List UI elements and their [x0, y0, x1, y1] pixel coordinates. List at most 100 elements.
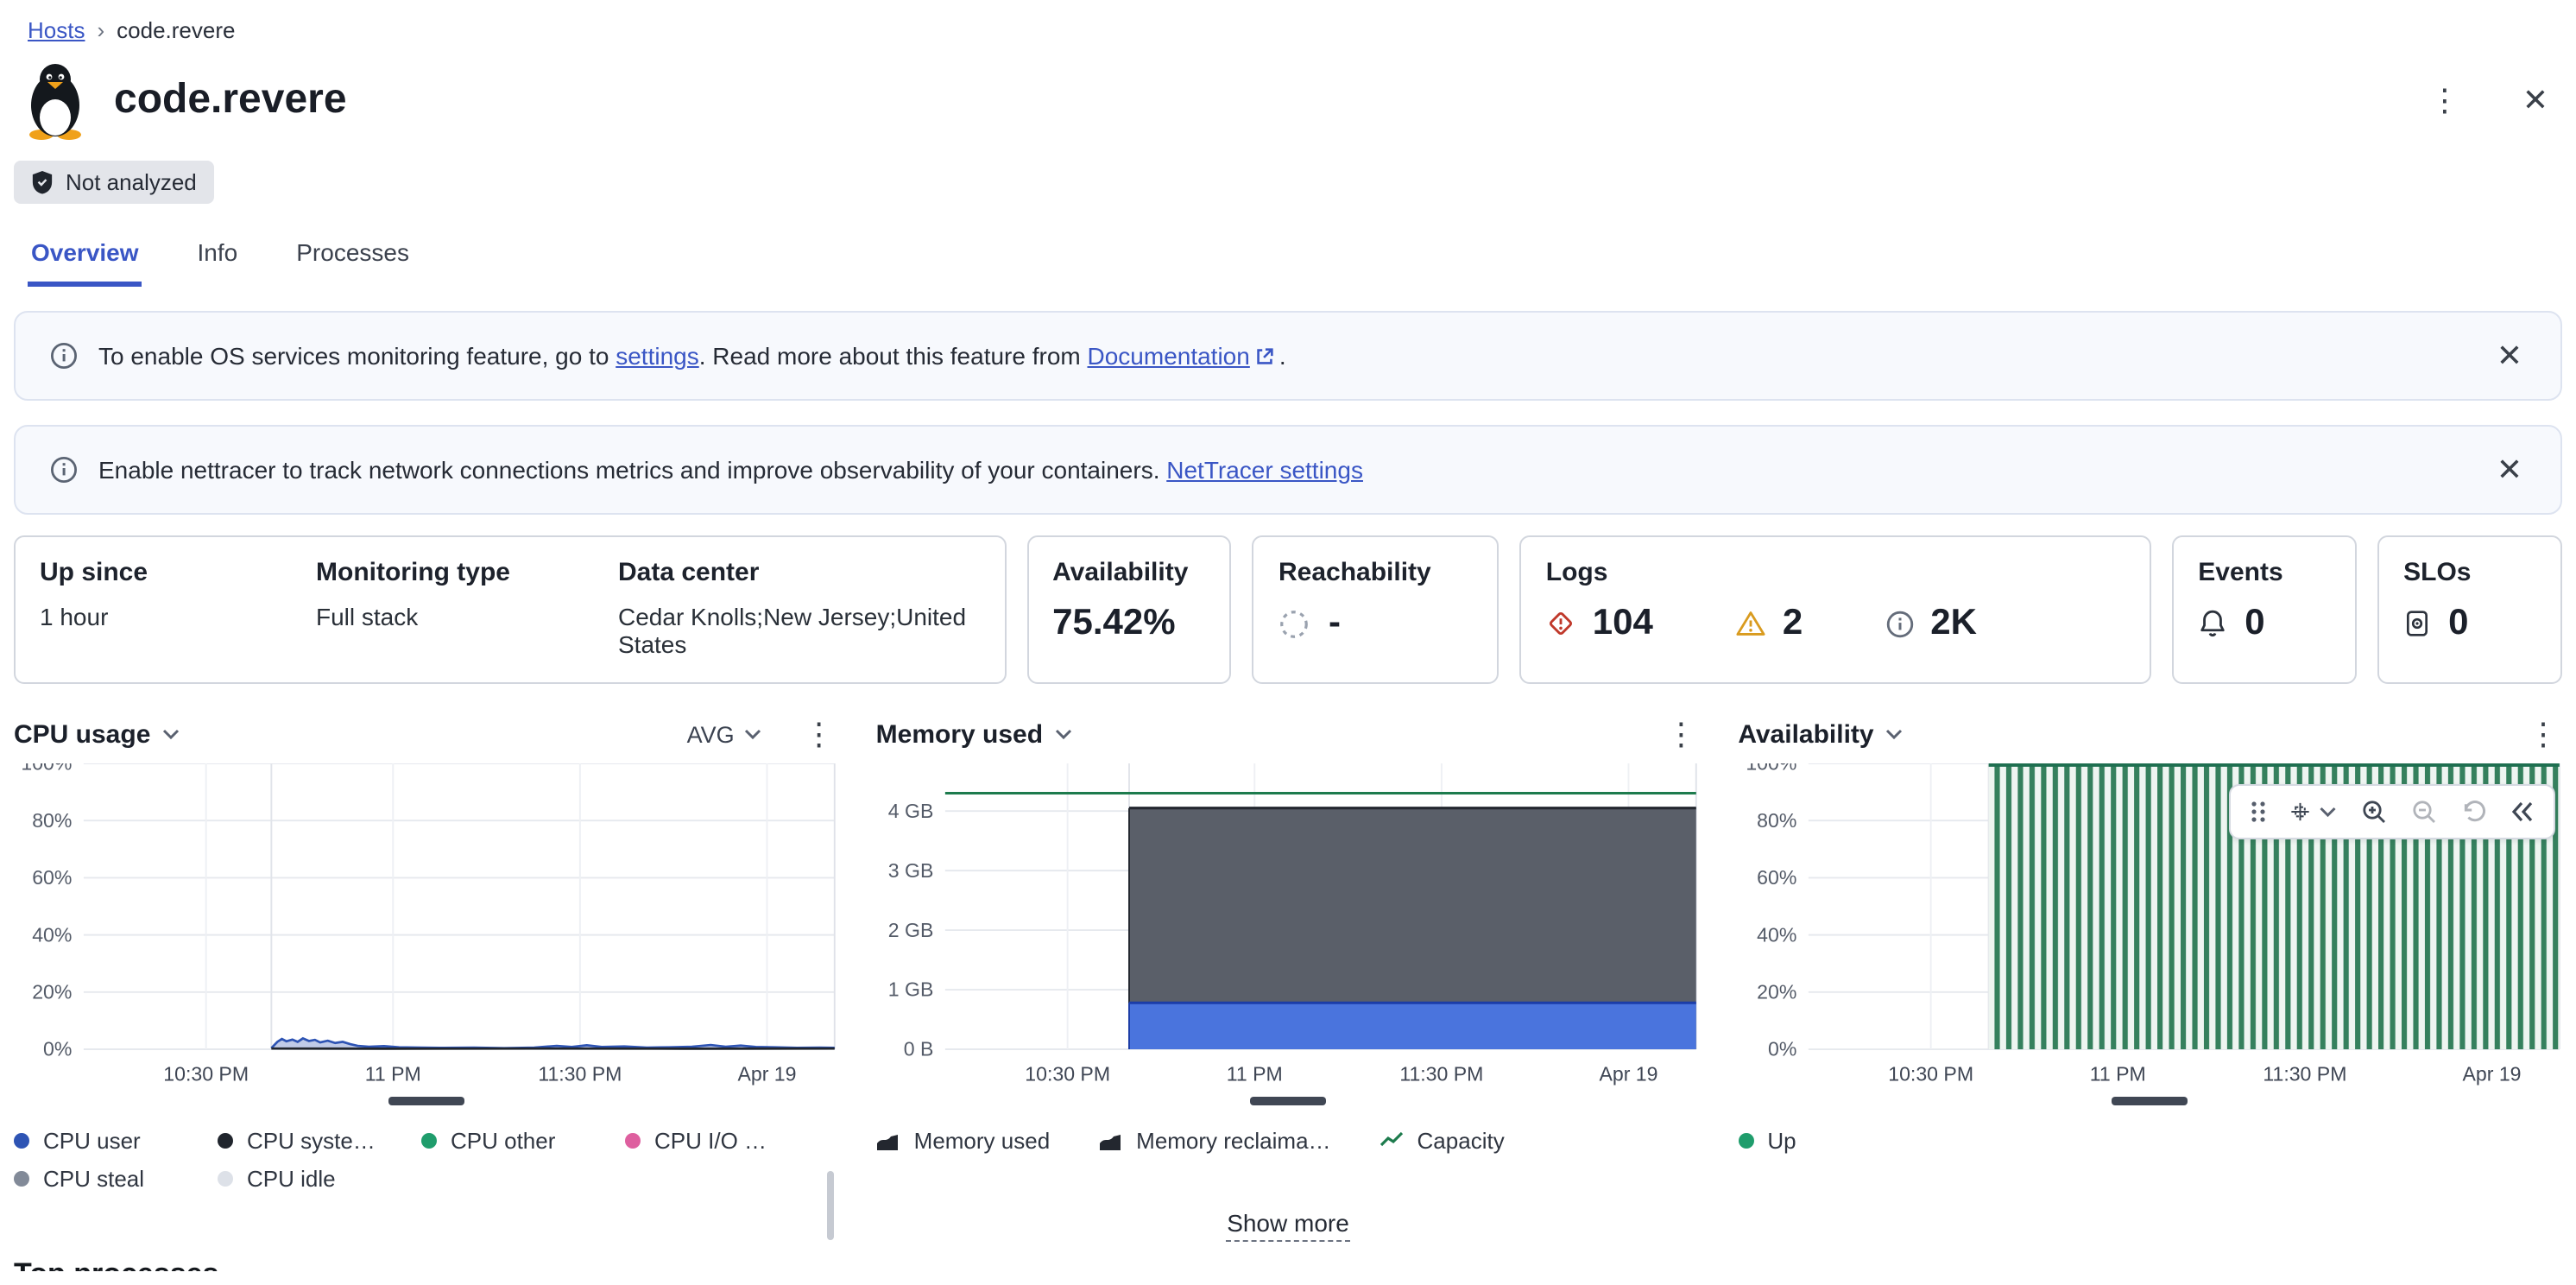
legend-item[interactable]: CPU user — [14, 1127, 218, 1153]
logs-errors[interactable]: 104 — [1546, 603, 1653, 644]
memory-chart-canvas[interactable]: 4 GB 3 GB 2 GB 1 GB 0 B 10:30 PM 11 PM 11:30 PM… — [876, 763, 1701, 1092]
cpu-chart-title-dropdown[interactable]: CPU usage — [14, 719, 180, 749]
svg-text:Apr 19: Apr 19 — [1600, 1063, 1658, 1086]
availability-label: Availability — [1052, 558, 1189, 587]
bell-icon — [2198, 608, 2227, 639]
svg-text:10:30 PM: 10:30 PM — [1888, 1063, 1973, 1086]
legend-label: CPU steal — [43, 1165, 145, 1192]
chevron-down-icon — [163, 729, 180, 739]
next-section-heading-clipped: Top processes — [14, 1257, 2562, 1270]
zoom-out-icon[interactable] — [2410, 798, 2438, 826]
legend-item[interactable]: CPU other — [421, 1127, 625, 1153]
memory-chart-title-dropdown[interactable]: Memory used — [876, 719, 1072, 749]
svg-text:3 GB: 3 GB — [888, 859, 934, 882]
cpu-chart-canvas[interactable]: 100% 80% 60% 40% 20% 0% 10:30 PM 11 PM 11:30 PM A… — [14, 763, 838, 1092]
logs-card: Logs 104 2 2K — [1519, 535, 2152, 684]
up-since-label: Up since — [40, 558, 148, 587]
legend-label: Up — [1767, 1127, 1796, 1154]
chevron-down-icon — [745, 729, 761, 739]
svg-text:2 GB: 2 GB — [888, 919, 934, 941]
legend-dot-icon — [218, 1132, 233, 1149]
svg-text:11:30 PM: 11:30 PM — [1400, 1063, 1484, 1086]
monitoring-type-value: Full stack — [316, 603, 419, 630]
banner-close-icon[interactable]: ✕ — [2493, 337, 2526, 375]
events-label: Events — [2198, 558, 2283, 587]
svg-text:0 B: 0 B — [904, 1038, 934, 1060]
legend-item[interactable]: Capacity — [1380, 1127, 1505, 1153]
info-icon — [50, 456, 78, 484]
warning-triangle-icon — [1736, 610, 1767, 637]
svg-text:0%: 0% — [43, 1038, 72, 1060]
tab-processes[interactable]: Processes — [293, 231, 413, 287]
banner-close-icon[interactable]: ✕ — [2493, 451, 2526, 489]
undo-icon[interactable] — [2460, 798, 2488, 826]
legend-dot-icon — [218, 1170, 233, 1187]
chart-zoom-toolbar — [2229, 784, 2555, 839]
zoom-in-icon[interactable] — [2360, 798, 2388, 826]
logs-warnings[interactable]: 2 — [1736, 603, 1803, 644]
cpu-chart-menu-icon[interactable]: ⋮ — [800, 715, 838, 753]
logs-info-count: 2K — [1930, 603, 1977, 642]
settings-link[interactable]: settings — [616, 342, 699, 370]
legend-item[interactable]: CPU steal — [14, 1165, 218, 1191]
legend-item[interactable]: CPU syste… — [218, 1127, 421, 1153]
kebab-menu-icon[interactable]: ⋮ — [2426, 81, 2464, 119]
legend-item[interactable]: CPU I/O … — [625, 1127, 829, 1153]
logs-errors-count: 104 — [1592, 603, 1653, 642]
banner-text-pre: Enable nettracer to track network connec… — [98, 456, 1167, 484]
tab-overview[interactable]: Overview — [28, 231, 142, 287]
shield-icon — [31, 169, 54, 195]
breadcrumb: Hosts › code.revere — [14, 17, 2562, 43]
linux-tux-icon — [21, 60, 90, 140]
svg-text:20%: 20% — [1756, 981, 1796, 1003]
documentation-link[interactable]: Documentation — [1088, 342, 1250, 370]
legend-item[interactable]: Memory reclaima… — [1098, 1127, 1331, 1153]
close-icon[interactable]: ✕ — [2519, 81, 2552, 119]
tab-info[interactable]: Info — [194, 231, 242, 287]
availability-chart-canvas[interactable]: 100% 80% 60% 40% 20% 0% 10:30 PM 11 PM 11:30 PM A… — [1738, 763, 2562, 1092]
memory-chart-menu-icon[interactable]: ⋮ — [1662, 715, 1700, 753]
os-services-banner: To enable OS services monitoring feature… — [14, 311, 2562, 401]
chart-title-label: Availability — [1738, 719, 1874, 749]
banner-text: To enable OS services monitoring feature… — [98, 342, 1286, 370]
availability-chart-legend: Up — [1738, 1127, 2562, 1153]
events-card: Events 0 — [2172, 535, 2358, 684]
memory-chart-legend: Memory used Memory reclaima… Capacity — [876, 1127, 1701, 1153]
logs-info[interactable]: 2K — [1885, 603, 1977, 644]
data-center-value: Cedar Knolls;New Jersey;United States — [618, 603, 967, 658]
memory-used-panel: Memory used ⋮ 4 GB 3 GB 2 GB 1 GB 0 B 10:30 P… — [876, 708, 1701, 1191]
chevron-down-icon — [2319, 807, 2335, 817]
host-overview-page: Hosts › code.revere code.revere ⋮ ✕ Not … — [0, 0, 2576, 1285]
availability-chart-drag-handle[interactable] — [2112, 1096, 2188, 1105]
error-diamond-icon — [1546, 608, 1577, 639]
reachability-card: Reachability - — [1252, 535, 1500, 684]
availability-card: Availability 75.42% — [1026, 535, 1232, 684]
legend-item[interactable]: Memory used — [876, 1127, 1050, 1153]
show-more-button[interactable]: Show more — [1225, 1208, 1351, 1242]
availability-chart-menu-icon[interactable]: ⋮ — [2524, 715, 2562, 753]
legend-scrollbar[interactable] — [827, 1171, 835, 1240]
reachability-value: - — [1328, 603, 1341, 642]
memory-chart-drag-handle[interactable] — [1249, 1096, 1326, 1105]
slos-label: SLOs — [2403, 558, 2472, 587]
crosshair-select-icon[interactable] — [2289, 798, 2338, 826]
svg-text:40%: 40% — [32, 923, 72, 946]
nettracer-banner: Enable nettracer to track network connec… — [14, 425, 2562, 515]
legend-dot-icon — [1738, 1132, 1754, 1149]
nettracer-settings-link[interactable]: NetTracer settings — [1166, 456, 1363, 484]
drag-handle-icon[interactable] — [2250, 800, 2267, 824]
legend-item[interactable]: CPU idle — [218, 1165, 421, 1191]
legend-area-icon — [877, 1135, 899, 1151]
legend-area-icon — [1100, 1135, 1121, 1151]
availability-value: 75.42% — [1052, 603, 1176, 642]
svg-text:40%: 40% — [1756, 923, 1796, 946]
legend-item[interactable]: Up — [1738, 1127, 1796, 1153]
svg-text:4 GB: 4 GB — [888, 800, 934, 822]
breadcrumb-hosts-link[interactable]: Hosts — [28, 17, 85, 43]
cpu-chart-drag-handle[interactable] — [388, 1096, 464, 1105]
availability-chart-title-dropdown[interactable]: Availability — [1738, 719, 1903, 749]
collapse-left-icon[interactable] — [2510, 800, 2535, 824]
aggregation-select[interactable]: AVG — [677, 719, 773, 749]
legend-line-icon — [1380, 1131, 1403, 1147]
chevron-down-icon — [1056, 729, 1072, 739]
